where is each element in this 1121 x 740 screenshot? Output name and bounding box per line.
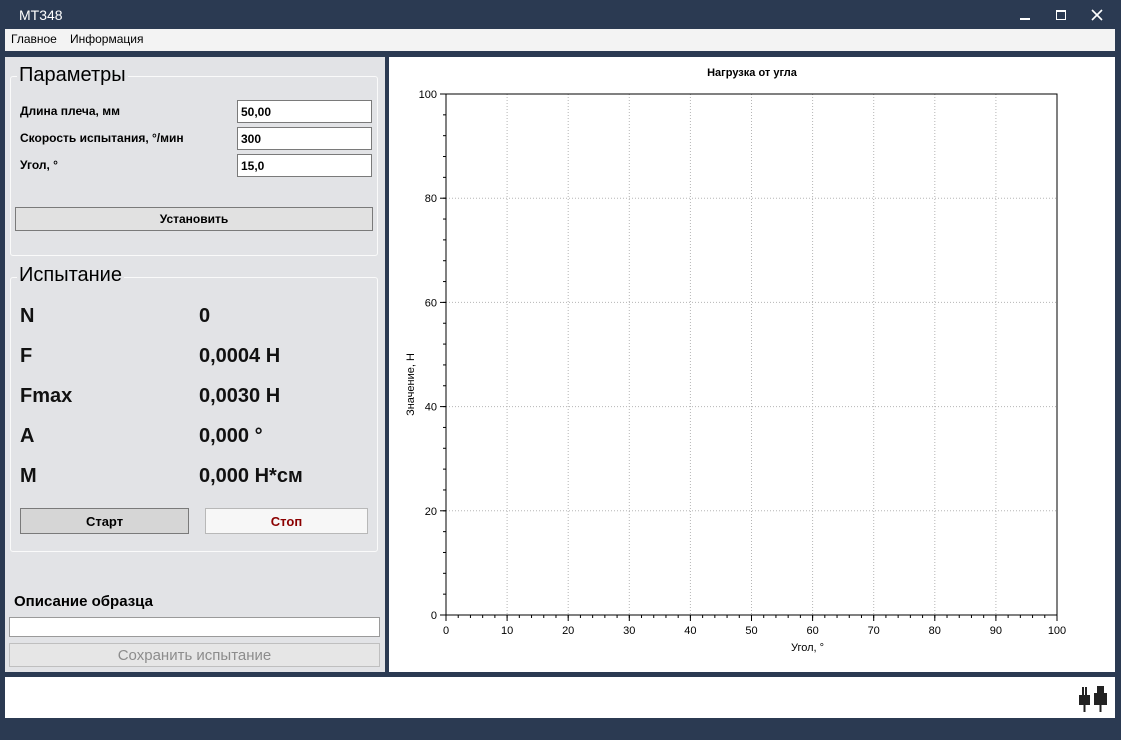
stop-button[interactable]: Стоп [205, 508, 368, 534]
test-speed-label: Скорость испытания, °/мин [20, 131, 184, 145]
title-bar: МТ348 [0, 0, 1121, 30]
metric-m-label: M [20, 465, 37, 487]
y-tick-label: 100 [419, 89, 437, 101]
metric-f-label: F [20, 345, 33, 367]
sample-description-title: Описание образца [14, 593, 153, 610]
sample-description-input[interactable] [9, 617, 380, 637]
y-axis-label: Значение, Н [405, 353, 417, 416]
status-bar [5, 677, 1115, 718]
y-tick-label: 60 [425, 297, 437, 309]
minimize-button[interactable] [1009, 4, 1041, 26]
x-tick-label: 90 [990, 625, 1002, 637]
load-angle-chart: 0 10 20 30 40 50 60 70 80 90 100 0 20 40 60 80 100 Угол, … [405, 89, 1066, 654]
metric-m-value: 0,000 Н*см [199, 465, 303, 487]
menu-info[interactable]: Информация [70, 32, 143, 46]
close-button[interactable] [1081, 4, 1113, 26]
chart-panel: Нагрузка от угла 0 10 20 30 40 50 60 70 80 90 100 0… [389, 57, 1115, 672]
y-tick-label: 0 [431, 610, 437, 622]
angle-input[interactable] [237, 154, 372, 177]
test-title: Испытание [17, 264, 124, 287]
metric-fmax-value: 0,0030 Н [199, 385, 281, 407]
metric-f-value: 0,0004 Н [199, 345, 281, 367]
angle-label: Угол, ° [20, 158, 58, 172]
y-tick-label: 80 [425, 193, 437, 205]
y-tick-label: 40 [425, 402, 437, 414]
left-panel: Параметры Длина плеча, мм Скорость испыт… [5, 57, 385, 672]
close-icon [1091, 9, 1103, 21]
x-axis-label: Угол, ° [791, 642, 824, 654]
x-tick-label: 60 [806, 625, 818, 637]
plug-icon [1079, 686, 1107, 712]
x-tick-label: 100 [1048, 625, 1066, 637]
minimize-icon [1020, 18, 1030, 20]
set-button[interactable]: Установить [15, 207, 373, 231]
maximize-icon [1056, 10, 1066, 20]
metric-a-value: 0,000 ° [199, 425, 263, 447]
save-test-button[interactable]: Сохранить испытание [9, 643, 380, 667]
test-speed-input[interactable] [237, 127, 372, 150]
arm-length-input[interactable] [237, 100, 372, 123]
x-tick-label: 10 [501, 625, 513, 637]
arm-length-label: Длина плеча, мм [20, 104, 120, 118]
x-tick-label: 70 [868, 625, 880, 637]
metric-a-label: A [20, 425, 35, 447]
x-tick-label: 20 [562, 625, 574, 637]
x-tick-label: 40 [684, 625, 696, 637]
params-title: Параметры [17, 64, 128, 87]
x-tick-label: 80 [929, 625, 941, 637]
x-tick-label: 30 [623, 625, 635, 637]
menu-main[interactable]: Главное [11, 32, 57, 46]
x-tick-label: 50 [745, 625, 757, 637]
y-tick-label: 20 [425, 506, 437, 518]
window-title: МТ348 [19, 7, 63, 23]
x-tick-label: 0 [443, 625, 449, 637]
metric-n-label: N [20, 305, 35, 327]
metric-fmax-label: Fmax [20, 385, 73, 407]
maximize-button[interactable] [1045, 4, 1077, 26]
start-button[interactable]: Старт [20, 508, 189, 534]
metric-n-value: 0 [199, 305, 211, 327]
menu-bar: Главное Информация [5, 29, 1115, 51]
